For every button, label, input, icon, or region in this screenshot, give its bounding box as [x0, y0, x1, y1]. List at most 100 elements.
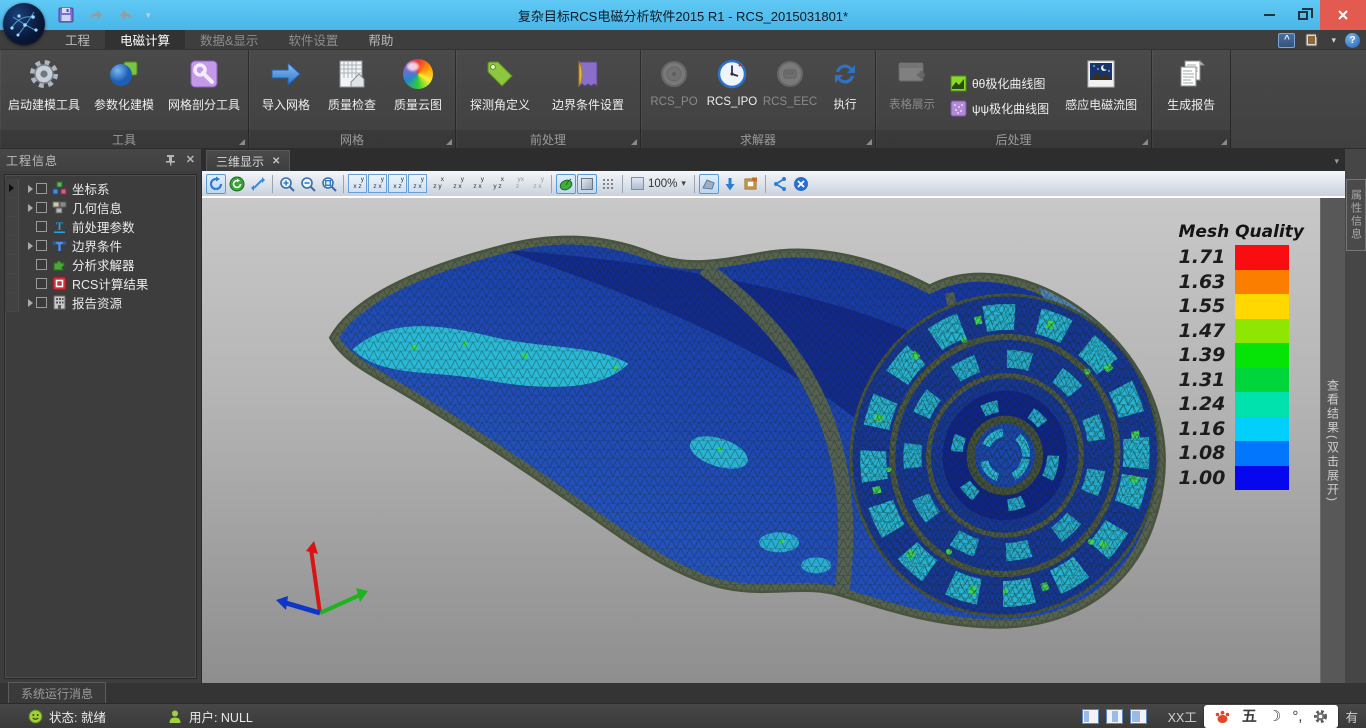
flow-graph-button[interactable] — [770, 174, 790, 194]
tab-help[interactable]: 帮助 — [353, 30, 408, 49]
mesh-sheet-icon — [335, 57, 369, 91]
expand-arrow-icon[interactable] — [24, 185, 36, 193]
ime-moon-icon[interactable]: ☽ — [1268, 709, 1281, 724]
tree-checkbox[interactable] — [36, 202, 47, 213]
view-button-6[interactable]: yz x — [448, 174, 467, 193]
shaded-mode-button[interactable] — [556, 174, 576, 194]
window-style-caret-icon[interactable]: ▾ — [1331, 36, 1336, 45]
tab-data-display[interactable]: 数据&显示 — [185, 30, 273, 49]
quality-check-button[interactable]: 质量检查 — [319, 53, 385, 129]
launch-modeling-tool-button[interactable]: 启动建模工具 — [4, 53, 84, 129]
rainbow-ball-icon — [401, 57, 435, 91]
tab-project[interactable]: 工程 — [50, 30, 105, 49]
window-style-icon[interactable] — [1304, 32, 1322, 48]
tree-checkbox[interactable] — [36, 221, 47, 232]
dialog-launcher-icon[interactable] — [239, 139, 245, 145]
dialog-launcher-icon[interactable] — [631, 139, 637, 145]
rotate-tool-button[interactable] — [206, 174, 226, 194]
boundary-condition-button[interactable]: 边界条件设置 — [540, 53, 636, 129]
dialog-launcher-icon[interactable] — [866, 139, 872, 145]
system-messages-tab[interactable]: 系统运行消息 — [8, 682, 106, 703]
ime-logo-icon[interactable] — [1214, 709, 1231, 724]
layout-left-icon[interactable] — [1082, 709, 1099, 724]
tree-checkbox[interactable] — [36, 278, 47, 289]
quality-cloudmap-button[interactable]: 质量云图 — [385, 53, 451, 129]
legend-swatch — [1235, 270, 1289, 295]
expand-arrow-icon[interactable] — [24, 299, 36, 307]
ime-settings-gear-icon[interactable] — [1313, 709, 1328, 724]
zoom-out-button[interactable] — [298, 174, 318, 194]
spin-tool-button[interactable] — [227, 174, 247, 194]
tree-row-boundary-conditions[interactable]: 边界条件 — [5, 236, 196, 255]
tab-settings[interactable]: 软件设置 — [273, 30, 353, 49]
message-tab-row: 系统运行消息 — [0, 683, 1366, 703]
property-info-tab[interactable]: 属性信息 — [1346, 179, 1366, 251]
view-button-4[interactable]: yz x — [408, 174, 427, 193]
pan-tool-button[interactable] — [248, 174, 268, 194]
app-logo-icon[interactable] — [3, 3, 45, 45]
zoom-caret-icon[interactable]: ▾ — [681, 179, 686, 188]
zoom-in-button[interactable] — [277, 174, 297, 194]
tree-checkbox[interactable] — [36, 297, 47, 308]
app-window: ▾ 复杂目标RCS电磁分析软件2015 R1 - RCS_2015031801*… — [0, 0, 1366, 728]
induced-current-map-button[interactable]: 感应电磁流图 — [1055, 53, 1147, 129]
psi-polarization-curve-button[interactable]: ψψ极化曲线图 — [950, 100, 1049, 117]
view-button-7[interactable]: yz x — [468, 174, 487, 193]
tree-row-preprocess-params[interactable]: T 前处理参数 — [5, 217, 196, 236]
cancel-button[interactable] — [791, 174, 811, 194]
tab-em-compute[interactable]: 电磁计算 — [105, 30, 185, 49]
view-button-10[interactable]: yz x — [528, 174, 547, 193]
tab-3d-display[interactable]: 三维显示 ✕ — [206, 150, 290, 171]
dialog-launcher-icon[interactable] — [446, 139, 452, 145]
generate-report-button[interactable]: 生成报告 — [1156, 53, 1226, 129]
ime-mode-label[interactable]: 五 — [1242, 709, 1257, 724]
meshing-tool-button[interactable]: 网格剖分工具 — [164, 53, 244, 129]
dialog-launcher-icon[interactable] — [1142, 139, 1148, 145]
panel-close-icon[interactable]: ✕ — [186, 155, 195, 166]
ime-punct-icon[interactable]: °, — [1292, 709, 1302, 724]
view-button-5[interactable]: xz y — [428, 174, 447, 193]
gear-icon — [27, 57, 61, 91]
view-button-3[interactable]: yx z — [388, 174, 407, 193]
tree-checkbox[interactable] — [36, 240, 47, 251]
expand-arrow-icon[interactable] — [24, 204, 36, 212]
layout-wide-icon[interactable] — [1130, 709, 1147, 724]
tree-checkbox[interactable] — [36, 183, 47, 194]
zoom-box-icon — [631, 177, 644, 190]
expand-arrow-icon[interactable] — [24, 242, 36, 250]
tree-checkbox[interactable] — [36, 259, 47, 270]
tree-row-solver[interactable]: 分析求解器 — [5, 255, 196, 274]
parametric-modeling-button[interactable]: 参数化建模 — [84, 53, 164, 129]
probe-angle-button[interactable]: 探测角定义 — [460, 53, 540, 129]
view-button-9[interactable]: yxz — [508, 174, 527, 193]
arrow-down-button[interactable] — [720, 174, 740, 194]
ime-toolbar[interactable]: 五 ☽ °, — [1204, 705, 1339, 728]
tree-row-report-resources[interactable]: 报告资源 — [5, 293, 196, 312]
tree-row-rcs-results[interactable]: RCS计算结果 — [5, 274, 196, 293]
section-tool-button[interactable] — [699, 174, 719, 194]
import-mesh-button[interactable]: 导入网格 — [253, 53, 319, 129]
zoom-level-control[interactable]: 100% ▾ — [627, 177, 690, 190]
view-button-8[interactable]: xy z — [488, 174, 507, 193]
pin-icon[interactable] — [165, 154, 176, 166]
tree-row-geometry-info[interactable]: 几何信息 — [5, 198, 196, 217]
theta-polarization-curve-button[interactable]: θθ极化曲线图 — [950, 75, 1049, 92]
layout-middle-icon[interactable] — [1106, 709, 1123, 724]
collapse-ribbon-icon[interactable]: ^ — [1278, 33, 1295, 48]
tree-row-coordinate-system[interactable]: 坐标系 — [5, 179, 196, 198]
help-icon[interactable]: ? — [1345, 33, 1360, 48]
results-collapsed-bar[interactable]: 查看结果(双击展开) — [1320, 198, 1345, 683]
snapshot-button[interactable] — [741, 174, 761, 194]
view-button-2[interactable]: yz x — [368, 174, 387, 193]
zoom-extents-button[interactable] — [319, 174, 339, 194]
rcs-ipo-button[interactable]: RCS_IPO — [703, 53, 761, 129]
row-selector[interactable] — [5, 179, 19, 198]
tab-close-icon[interactable]: ✕ — [272, 156, 280, 167]
view-button-1[interactable]: yx z — [348, 174, 367, 193]
tab-list-caret-icon[interactable]: ▾ — [1334, 156, 1339, 167]
3d-scene[interactable]: Mesh Quality 1.71 1.63 1.55 1.47 1.39 1.… — [202, 198, 1320, 683]
wireframe-mode-button[interactable] — [577, 174, 597, 194]
dialog-launcher-icon[interactable] — [1221, 139, 1227, 145]
execute-button[interactable]: 执行 — [819, 53, 871, 129]
points-mode-button[interactable] — [598, 174, 618, 194]
